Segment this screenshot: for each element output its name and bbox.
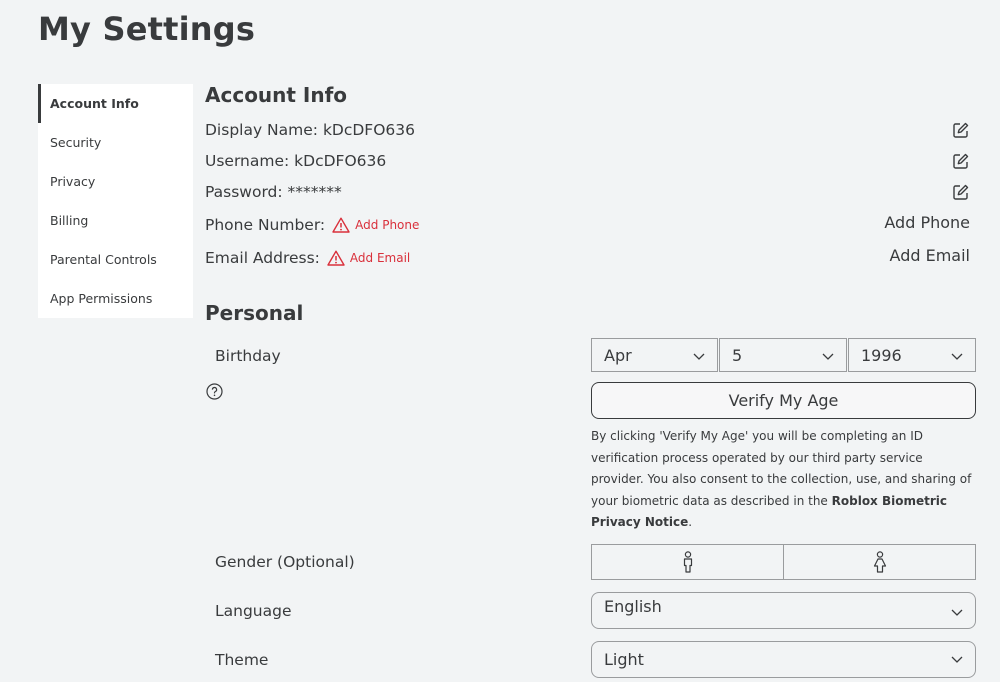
chevron-down-icon <box>822 353 834 360</box>
add-email-warning-link[interactable]: Add Email <box>327 250 410 266</box>
disclaimer-end: . <box>688 515 693 530</box>
warning-icon <box>332 217 350 233</box>
email-label: Email Address: <box>205 249 320 267</box>
birth-year-select[interactable]: 1996 <box>848 338 976 372</box>
email-row: Email Address: Add Email Add Email <box>205 246 970 270</box>
verify-my-age-button[interactable]: Verify My Age <box>591 382 976 419</box>
username-row: Username: kDcDFO636 <box>205 149 970 173</box>
display-name-row: Display Name: kDcDFO636 <box>205 118 970 142</box>
language-value: English <box>604 597 662 616</box>
sidebar-item-billing[interactable]: Billing <box>38 201 193 240</box>
gender-label: Gender (Optional) <box>215 553 355 571</box>
chevron-down-icon <box>693 353 705 360</box>
male-icon <box>683 551 692 573</box>
sidebar-item-app-permissions[interactable]: App Permissions <box>38 279 193 318</box>
add-phone-warning-link[interactable]: Add Phone <box>332 217 419 233</box>
warning-icon <box>327 250 345 266</box>
language-label: Language <box>215 602 292 620</box>
theme-label: Theme <box>215 651 269 669</box>
sidebar-item-security[interactable]: Security <box>38 123 193 162</box>
sidebar-item-parental-controls[interactable]: Parental Controls <box>38 240 193 279</box>
female-icon <box>873 551 886 573</box>
birth-day-value: 5 <box>732 345 743 365</box>
help-icon[interactable] <box>206 383 223 400</box>
add-phone-button[interactable]: Add Phone <box>884 213 970 232</box>
gender-male-button[interactable] <box>591 544 784 580</box>
account-info-heading: Account Info <box>205 83 348 107</box>
theme-value: Light <box>604 650 644 669</box>
sidebar-item-account-info[interactable]: Account Info <box>38 84 193 123</box>
birth-year-value: 1996 <box>861 345 902 365</box>
phone-label: Phone Number: <box>205 216 326 234</box>
phone-row: Phone Number: Add Phone Add Phone <box>205 213 970 237</box>
chevron-down-icon <box>951 353 963 360</box>
edit-icon[interactable] <box>952 183 970 201</box>
password-row: Password: ******* <box>205 180 970 204</box>
add-email-warning-text: Add Email <box>349 251 411 265</box>
add-phone-warning-text: Add Phone <box>355 218 420 232</box>
page-title: My Settings <box>38 10 256 48</box>
chevron-down-icon <box>951 656 963 663</box>
verify-disclaimer: By clicking 'Verify My Age' you will be … <box>591 426 976 534</box>
birth-day-select[interactable]: 5 <box>719 338 847 372</box>
edit-icon[interactable] <box>952 152 970 170</box>
password-text: Password: ******* <box>205 183 342 201</box>
add-email-button[interactable]: Add Email <box>890 246 970 265</box>
chevron-down-icon <box>951 609 963 616</box>
display-name-text: Display Name: kDcDFO636 <box>205 121 416 139</box>
edit-icon[interactable] <box>952 121 970 139</box>
theme-select[interactable]: Light <box>591 641 976 678</box>
language-select[interactable]: English <box>591 592 976 629</box>
sidebar-item-privacy[interactable]: Privacy <box>38 162 193 201</box>
birth-month-value: Apr <box>604 345 632 365</box>
birthday-label: Birthday <box>215 347 281 365</box>
settings-sidebar: Account Info Security Privacy Billing Pa… <box>38 84 193 318</box>
birth-month-select[interactable]: Apr <box>591 338 718 372</box>
username-text: Username: kDcDFO636 <box>205 152 387 170</box>
personal-heading: Personal <box>205 301 304 325</box>
gender-female-button[interactable] <box>783 544 976 580</box>
